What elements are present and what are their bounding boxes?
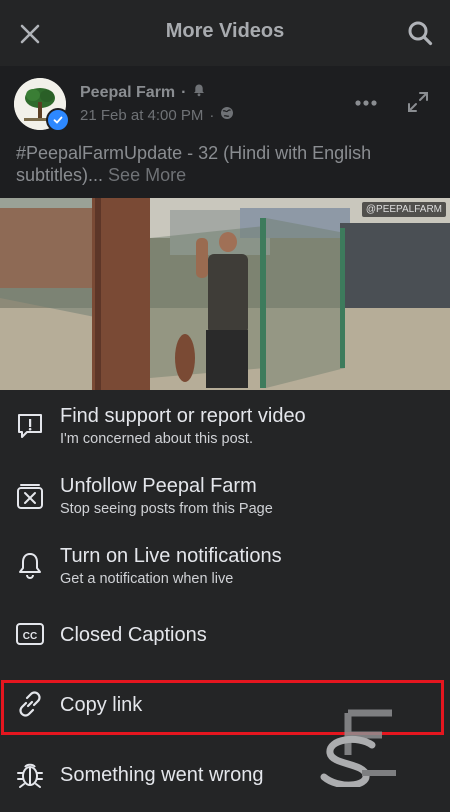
- menu-item-copy-link[interactable]: Copy link: [0, 670, 450, 740]
- dot-separator: ·: [181, 83, 187, 101]
- verified-badge-icon: [46, 108, 70, 132]
- menu-item-label: Unfollow Peepal Farm: [60, 475, 257, 497]
- options-sheet: Find support or report video I'm concern…: [0, 390, 450, 812]
- menu-item-something-wrong[interactable]: Something went wrong: [0, 740, 450, 810]
- video-watermark: @PEEPALFARM: [361, 202, 446, 217]
- search-icon[interactable]: [404, 17, 436, 49]
- menu-item-sub: I'm concerned about this post.: [60, 431, 253, 447]
- menu-item-unfollow[interactable]: Unfollow Peepal Farm Stop seeing posts f…: [0, 460, 450, 530]
- link-icon: [14, 688, 46, 720]
- menu-item-sub: Stop seeing posts from this Page: [60, 501, 273, 517]
- menu-item-label: Copy link: [60, 694, 143, 716]
- unfollow-icon: [14, 480, 46, 512]
- page-title: More Videos: [165, 20, 285, 42]
- report-icon: [14, 410, 46, 442]
- bell-small-icon: [192, 83, 206, 102]
- video-frame-image: [0, 198, 450, 390]
- top-bar: More Videos: [0, 0, 450, 66]
- more-options-icon[interactable]: [354, 94, 378, 112]
- video-player[interactable]: @PEEPALFARM: [0, 198, 450, 390]
- menu-item-label: Something went wrong: [60, 764, 264, 786]
- menu-item-sub: Get a notification when live: [60, 571, 234, 587]
- see-more-link[interactable]: See More: [108, 165, 186, 185]
- post-header: Peepal Farm · 21 Feb at 4:00 PM · #Peepa…: [0, 66, 450, 198]
- dot-separator: ·: [209, 106, 215, 124]
- post-meta: 21 Feb at 4:00 PM ·: [80, 106, 234, 124]
- menu-item-label: Find support or report video: [60, 405, 306, 427]
- bug-icon: [14, 758, 46, 790]
- menu-item-report[interactable]: Find support or report video I'm concern…: [0, 390, 450, 460]
- globe-icon: [220, 106, 234, 124]
- svg-text:CC: CC: [23, 631, 37, 642]
- menu-item-label: Closed Captions: [60, 624, 207, 646]
- expand-icon[interactable]: [406, 90, 430, 119]
- menu-item-closed-captions[interactable]: CC Closed Captions: [0, 600, 450, 670]
- post-caption: #PeepalFarmUpdate - 32 (Hindi with Engli…: [16, 142, 436, 186]
- bell-icon: [14, 550, 46, 582]
- menu-item-live-notifications[interactable]: Turn on Live notifications Get a notific…: [0, 530, 450, 600]
- author-name[interactable]: Peepal Farm: [80, 84, 175, 102]
- post-author[interactable]: Peepal Farm ·: [80, 83, 206, 102]
- caption-text: #PeepalFarmUpdate - 32 (Hindi with Engli…: [16, 143, 372, 185]
- cc-icon: CC: [14, 618, 46, 650]
- post-date[interactable]: 21 Feb at 4:00 PM: [80, 107, 203, 124]
- menu-item-label: Turn on Live notifications: [60, 545, 282, 567]
